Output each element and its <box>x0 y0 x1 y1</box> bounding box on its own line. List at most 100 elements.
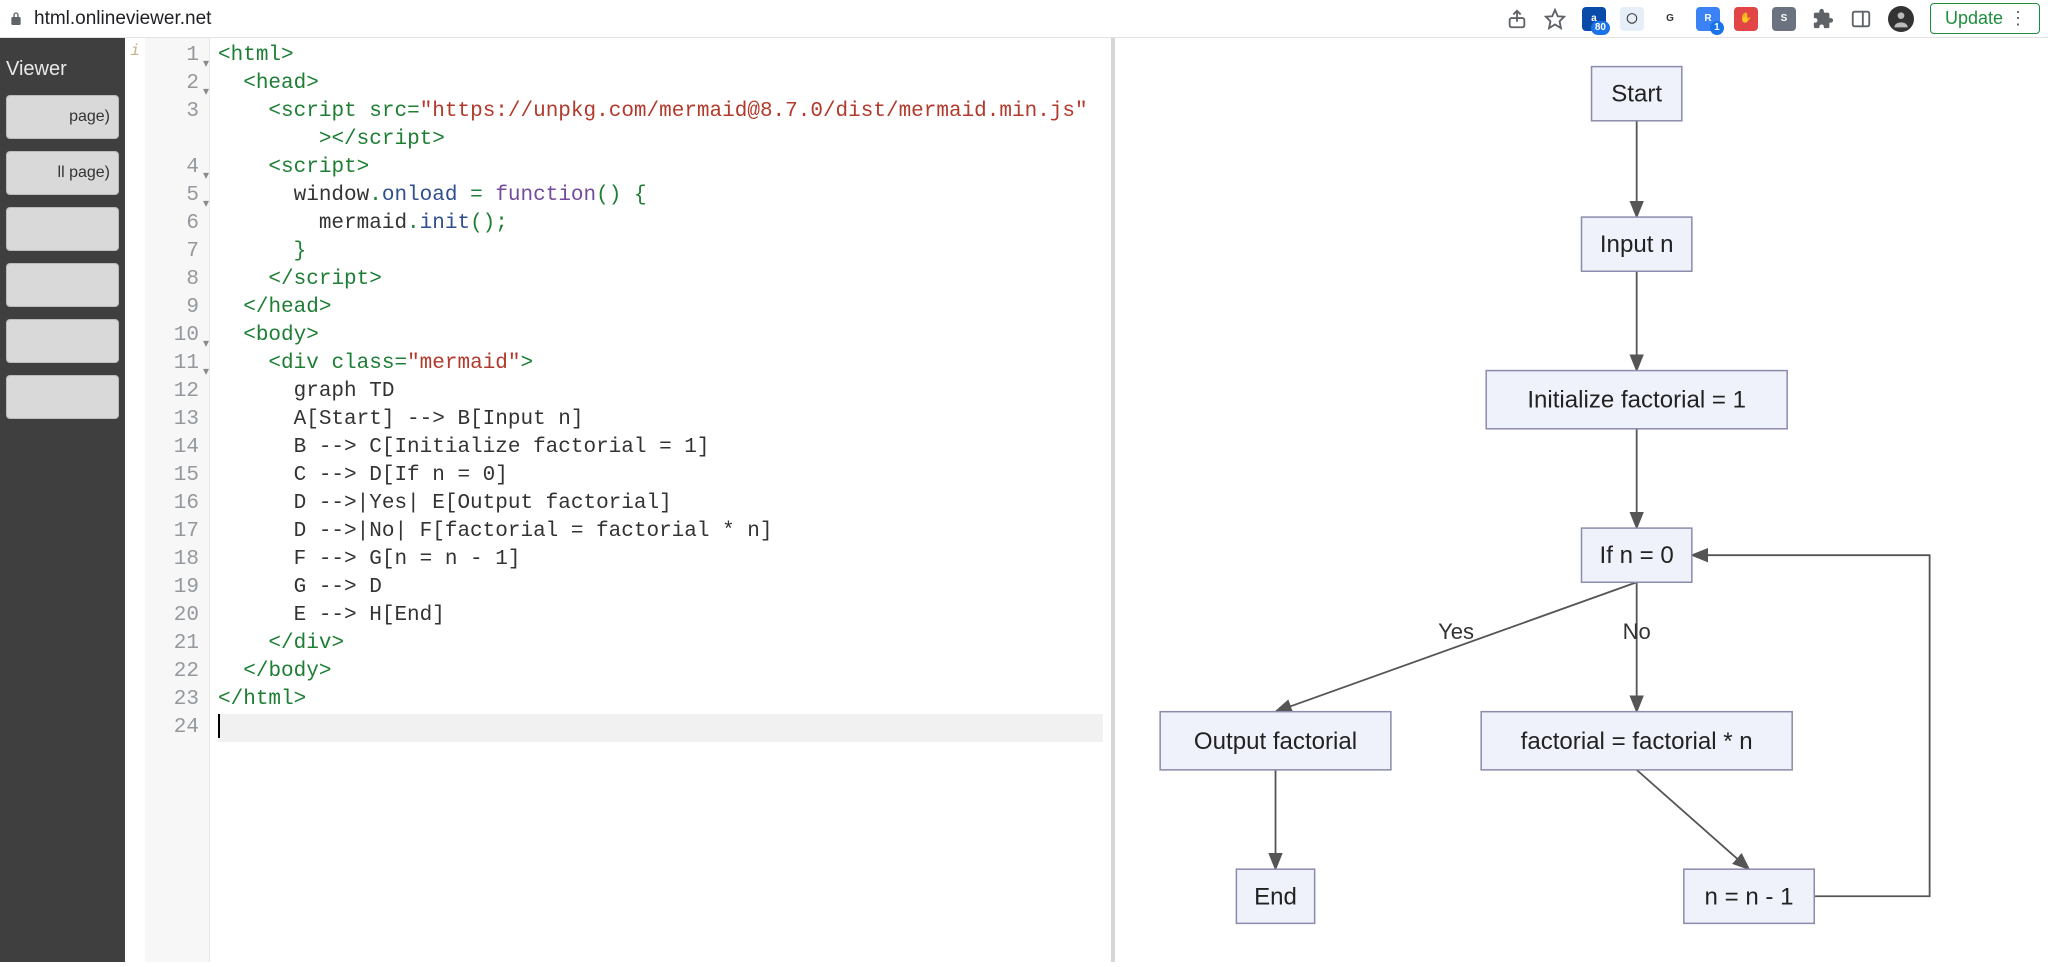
code-line[interactable]: B --> C[Initialize factorial = 1] <box>218 434 1103 462</box>
fold-icon[interactable]: ▾ <box>203 190 209 218</box>
gutter-line: 6 <box>145 210 199 238</box>
flow-node-C: Initialize factorial = 1 <box>1486 371 1787 429</box>
star-icon[interactable] <box>1544 8 1566 30</box>
gutter-line: 11▾ <box>145 350 199 378</box>
fold-icon[interactable]: ▾ <box>203 162 209 190</box>
gutter-line: 16 <box>145 490 199 518</box>
update-button-label: Update <box>1945 8 2003 29</box>
flow-node-label: factorial = factorial * n <box>1521 728 1753 755</box>
share-icon[interactable] <box>1506 8 1528 30</box>
code-line[interactable]: mermaid.init(); <box>218 210 1103 238</box>
code-line[interactable] <box>218 714 1103 742</box>
flow-node-A: Start <box>1592 67 1682 121</box>
fold-icon[interactable]: ▾ <box>203 78 209 106</box>
code-line[interactable]: window.onload = function() { <box>218 182 1103 210</box>
gutter-line: 13 <box>145 406 199 434</box>
lock-icon <box>8 11 24 27</box>
extension-adblock-icon[interactable]: ✋ <box>1734 7 1758 31</box>
sidebar-button-5[interactable] <box>6 375 119 419</box>
extension-badge: 80 <box>1591 21 1610 35</box>
flow-edge-F-G <box>1637 770 1749 869</box>
extension-badge: 1 <box>1710 21 1724 35</box>
code-line[interactable]: ></script> <box>218 126 1103 154</box>
code-line[interactable]: <html> <box>218 42 1103 70</box>
code-line[interactable]: </body> <box>218 658 1103 686</box>
fold-icon[interactable]: ▾ <box>203 330 209 358</box>
extension-blue-r-icon[interactable]: R1 <box>1696 7 1720 31</box>
panel-icon[interactable] <box>1850 8 1872 30</box>
extension-ahrefs-icon[interactable]: a80 <box>1582 7 1606 31</box>
fold-icon[interactable]: ▾ <box>203 358 209 386</box>
flow-node-G: n = n - 1 <box>1684 869 1814 923</box>
sidebar-button-4[interactable] <box>6 319 119 363</box>
flow-node-label: Input n <box>1600 231 1674 258</box>
code-line[interactable]: <body> <box>218 322 1103 350</box>
code-line[interactable]: } <box>218 238 1103 266</box>
flow-node-D: If n = 0 <box>1582 528 1692 582</box>
code-line[interactable]: </head> <box>218 294 1103 322</box>
code-line[interactable]: <head> <box>218 70 1103 98</box>
code-line[interactable]: E --> H[End] <box>218 602 1103 630</box>
gutter-line: 2▾ <box>145 70 199 98</box>
flow-node-label: n = n - 1 <box>1705 883 1794 910</box>
kebab-icon: ⋮ <box>2009 8 2025 29</box>
fold-icon[interactable]: ▾ <box>203 50 209 78</box>
code-line[interactable]: F --> G[n = n - 1] <box>218 546 1103 574</box>
gutter-line: 23 <box>145 686 199 714</box>
code-line[interactable]: </script> <box>218 266 1103 294</box>
gutter-line: 15 <box>145 462 199 490</box>
sidebar-button-2[interactable] <box>6 207 119 251</box>
sidebar-button-1[interactable]: ll page) <box>6 151 119 195</box>
browser-toolbar: html.onlineviewer.net a80 ◯ G R1 ✋ S Update ⋮ <box>0 0 2048 38</box>
code-line[interactable]: </html> <box>218 686 1103 714</box>
flow-edge-label: No <box>1623 619 1651 644</box>
flow-node-F: factorial = factorial * n <box>1481 712 1792 770</box>
update-button[interactable]: Update ⋮ <box>1930 3 2040 34</box>
gutter-line: 24 <box>145 714 199 742</box>
flowchart: Start Input n Initialize factorial = 1 If n… <box>1115 38 2048 962</box>
gutter-line: 9 <box>145 294 199 322</box>
gutter-line: 17 <box>145 518 199 546</box>
code-line[interactable]: </div> <box>218 630 1103 658</box>
code-line[interactable]: D -->|No| F[factorial = factorial * n] <box>218 518 1103 546</box>
flow-node-label: Output factorial <box>1194 728 1357 755</box>
profile-avatar[interactable] <box>1888 6 1914 32</box>
extension-circle-icon[interactable]: ◯ <box>1620 7 1644 31</box>
address-bar-url[interactable]: html.onlineviewer.net <box>34 8 211 30</box>
gutter-line: 21 <box>145 630 199 658</box>
code-area[interactable]: <html> <head> <script src="https://unpkg… <box>210 38 1111 962</box>
gutter-line: 1▾ <box>145 42 199 70</box>
gutter-line: 22 <box>145 658 199 686</box>
gutter-line: 18 <box>145 546 199 574</box>
code-line[interactable]: <script src="https://unpkg.com/mermaid@8… <box>218 98 1103 126</box>
code-line[interactable]: C --> D[If n = 0] <box>218 462 1103 490</box>
code-line[interactable]: D -->|Yes| E[Output factorial] <box>218 490 1103 518</box>
extension-s-icon[interactable]: S <box>1772 7 1796 31</box>
sidebar-button-0[interactable]: page) <box>6 95 119 139</box>
flow-node-label: Start <box>1611 81 1662 108</box>
extensions-icon[interactable] <box>1812 8 1834 30</box>
extension-google-colors-icon[interactable]: G <box>1658 7 1682 31</box>
text-caret <box>218 714 220 738</box>
code-line[interactable]: G --> D <box>218 574 1103 602</box>
flow-node-E: Output factorial <box>1160 712 1391 770</box>
gutter-line: 5▾ <box>145 182 199 210</box>
flow-node-label: Initialize factorial = 1 <box>1527 387 1746 414</box>
gutter-line: 4▾ <box>145 154 199 182</box>
gutter-line: 20 <box>145 602 199 630</box>
flow-edge-D-E <box>1276 582 1637 711</box>
flow-edge-label: Yes <box>1438 619 1474 644</box>
code-line[interactable]: <div class="mermaid"> <box>218 350 1103 378</box>
code-line[interactable]: A[Start] --> B[Input n] <box>218 406 1103 434</box>
code-editor[interactable]: i 1▾2▾34▾5▾678910▾11▾1213141516171819202… <box>125 38 1115 962</box>
preview-pane: Start Input n Initialize factorial = 1 If n… <box>1115 38 2048 962</box>
gutter-line: 10▾ <box>145 322 199 350</box>
flow-node-label: If n = 0 <box>1600 542 1674 569</box>
gutter-line: 12 <box>145 378 199 406</box>
gutter-line: 14 <box>145 434 199 462</box>
code-line[interactable]: <script> <box>218 154 1103 182</box>
code-line[interactable]: graph TD <box>218 378 1103 406</box>
gutter-line: 8 <box>145 266 199 294</box>
gutter-line: 7 <box>145 238 199 266</box>
sidebar-button-3[interactable] <box>6 263 119 307</box>
